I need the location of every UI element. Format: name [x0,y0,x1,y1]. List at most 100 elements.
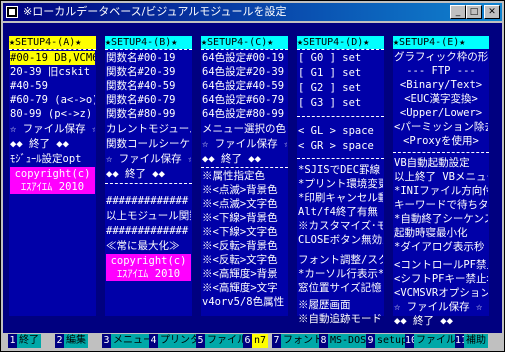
menu-item[interactable]: 起動時寝最小化 [394,226,488,240]
maximize-button[interactable]: □ [466,5,482,19]
menu-item[interactable]: #60-79 (a<->o) [10,93,95,107]
fkey-2[interactable]: 2 編集 [55,334,88,348]
menu-item[interactable]: 64色設定#40-59 [202,79,287,93]
menu-item[interactable]: 以上終了 VBメニュー起動 [394,170,488,184]
menu-item[interactable]: [ G3 ] set [298,96,383,110]
menu-item[interactable]: ◆◆ 終了 ◆◆ [394,314,488,327]
menu-item[interactable]: 関数名#80-99 [106,107,191,121]
menu-item[interactable]: VB自動起動設定 [394,156,488,170]
menu-item[interactable]: ※カスタマイズ･モード [298,219,383,233]
menu-item[interactable]: [ G0 ] set [298,51,383,65]
panel-header: ★SETUP4-(D)★ [297,36,384,49]
menu-item[interactable]: ※<反転>文字色 [202,253,287,267]
menu-item[interactable]: <Upper/Lower> [394,106,488,120]
menu-item[interactable]: ※<下線>文字色 [202,225,287,239]
menu-item[interactable]: ※<反転>背景色 [202,239,287,253]
menu-item[interactable]: #00-19 DB,VCM6 [10,51,95,65]
menu-item[interactable]: *プリント環境変更 [298,177,383,191]
menu-item[interactable]: グラフィック枠の形 [394,50,488,64]
menu-item[interactable]: 以上モジュール関数 [106,209,191,223]
fkey-1[interactable]: 1 終了 [8,334,41,348]
menu-item[interactable]: < GR > space [298,139,383,153]
menu-item[interactable]: 関数名#40-59 [106,79,191,93]
menu-item[interactable]: <VCMSVRオプション> [394,286,488,300]
menu-item[interactable]: 64色設定#80-99 [202,107,287,121]
menu-item[interactable]: 20-39 旧cskit [10,65,95,79]
menu-item[interactable]: 80-99 (p<->z) [10,107,95,121]
menu-item[interactable]: ☆ ファイル保存 ☆ [394,300,488,314]
panel-header: ★SETUP4-(C)★ [201,36,288,49]
menu-item[interactable]: ◆◆ 終了 ◆◆ [10,137,95,151]
menu-item[interactable]: < GL > space [298,124,383,138]
menu-item[interactable]: *自動終了シーケンス [394,212,488,226]
section-label: --- FTP --- [406,65,476,77]
copyright-label: ｴｽｱｲｴﾑ 2010 [10,180,95,194]
menu-item[interactable]: ※属性指定色 [202,169,287,183]
menu-item[interactable]: キーワードで待ちタイマー値 [394,198,488,212]
close-button[interactable]: ✕ [484,5,500,19]
menu-item[interactable]: ﾓｼﾞｭｰﾙ設定opt [10,152,95,166]
title-bar[interactable]: ※ローカルデータベース/ビジュアルモジュールを設定 _ □ ✕ [3,3,502,21]
copyright-label: copyright(c) [106,254,191,268]
window-title: ※ローカルデータベース/ビジュアルモジュールを設定 [23,5,287,18]
fkey-7[interactable]: 7 フォント [272,334,325,348]
menu-item[interactable]: 64色設定#60-79 [202,93,287,107]
menu-item[interactable]: ※履歴画面 [298,298,383,312]
menu-item[interactable]: [ G2 ] set [298,81,383,95]
fkey-8[interactable]: 8 MS-DOS [319,334,369,348]
menu-item[interactable]: Alt/f4終了有無 [298,205,383,219]
menu-item[interactable]: ※<下線>背景色 [202,211,287,225]
menu-item[interactable]: v4orv5/8色属性 [202,295,287,309]
menu-item[interactable]: <コントロールPF禁止> [394,258,488,272]
menu-item[interactable]: <Proxyを使用> [394,134,488,148]
menu-item[interactable]: ◆◆ 終了 ◆◆ [106,167,191,181]
panel-setup4-c: ★SETUP4-(C)★ 64色設定#00-19 64色設定#20-39 64色… [201,36,288,316]
menu-item[interactable]: ☆ ファイル保存 ☆ [106,152,191,166]
menu-item[interactable]: <パーミッション除去> [394,120,488,134]
main-window: ※ローカルデータベース/ビジュアルモジュールを設定 _ □ ✕ ★SETUP4-… [0,0,505,352]
menu-item[interactable]: ☆ ファイル保存 ☆ [202,137,287,151]
panel-header: ★SETUP4-(A)★ [9,36,96,49]
menu-item[interactable]: *印刷キャンセル動作 [298,191,383,205]
menu-item[interactable]: <シフトPFキー禁止> [394,272,488,286]
menu-item[interactable]: カレントモジュール関数 [106,122,191,136]
menu-item[interactable]: *INIファイル方向付/ [394,184,488,198]
fkey-11[interactable]: 11補助 [455,334,488,348]
minimize-button[interactable]: _ [450,5,466,19]
panel-header: ★SETUP4-(E)★ [393,36,489,49]
copyright-label: copyright(c) [10,167,95,181]
menu-item[interactable]: #40-59 [10,79,95,93]
panel-setup4-d: ★SETUP4-(D)★ [ G0 ] set [ G1 ] set [ G2 … [297,36,384,325]
divider-text: ############# [106,195,189,207]
menu-item[interactable]: <Binary/Text> [394,78,488,92]
menu-item[interactable]: 関数名#00-19 [106,51,191,65]
menu-item[interactable]: ※<高輝度>背景 [202,267,287,281]
app-icon[interactable] [6,6,18,18]
fkey-9[interactable]: 9 setup [366,334,410,348]
menu-item[interactable]: ※<高輝度>文字 [202,281,287,295]
menu-item[interactable]: フォント調整/スクロール [298,253,383,267]
menu-item[interactable]: CLOSEボタン無効/ [298,233,383,247]
menu-item[interactable]: [ G1 ] set [298,66,383,80]
menu-item[interactable]: *カーソル行表示* [298,267,383,281]
menu-item[interactable]: 関数名#60-79 [106,93,191,107]
menu-item[interactable]: *ダイアログ表示秒 [394,240,488,254]
menu-item[interactable]: ※<点滅>背景色 [202,183,287,197]
menu-item[interactable]: 64色設定#00-19 [202,51,287,65]
menu-item[interactable]: ※自動追跡モード [298,312,383,326]
menu-item[interactable]: *SJISでDEC罫線 [298,163,383,177]
menu-item[interactable]: 窓位置サイズ記憶 [298,281,383,295]
fkey-3[interactable]: 3 メニュー [102,334,155,348]
menu-item[interactable]: ※<点滅>文字色 [202,197,287,211]
menu-item[interactable]: ≪常に最大化≫ [106,239,191,253]
menu-item[interactable]: <EUC漢字変換> [394,92,488,106]
menu-item[interactable]: ◆◆ 終了 ◆◆ [202,152,287,166]
menu-item[interactable]: メニュー選択の色 [202,122,287,136]
menu-item[interactable]: 関数名#20-39 [106,65,191,79]
menu-item[interactable]: ☆ ファイル保存 ☆ [10,122,95,136]
divider-text: ############# [106,225,189,237]
menu-item[interactable]: 関数コールシーケンス [106,137,191,151]
panel-setup4-b: ★SETUP4-(B)★ 関数名#00-19 関数名#20-39 関数名#40-… [105,36,192,316]
fkey-6[interactable]: 6 n7 [243,334,269,348]
menu-item[interactable]: 64色設定#20-39 [202,65,287,79]
